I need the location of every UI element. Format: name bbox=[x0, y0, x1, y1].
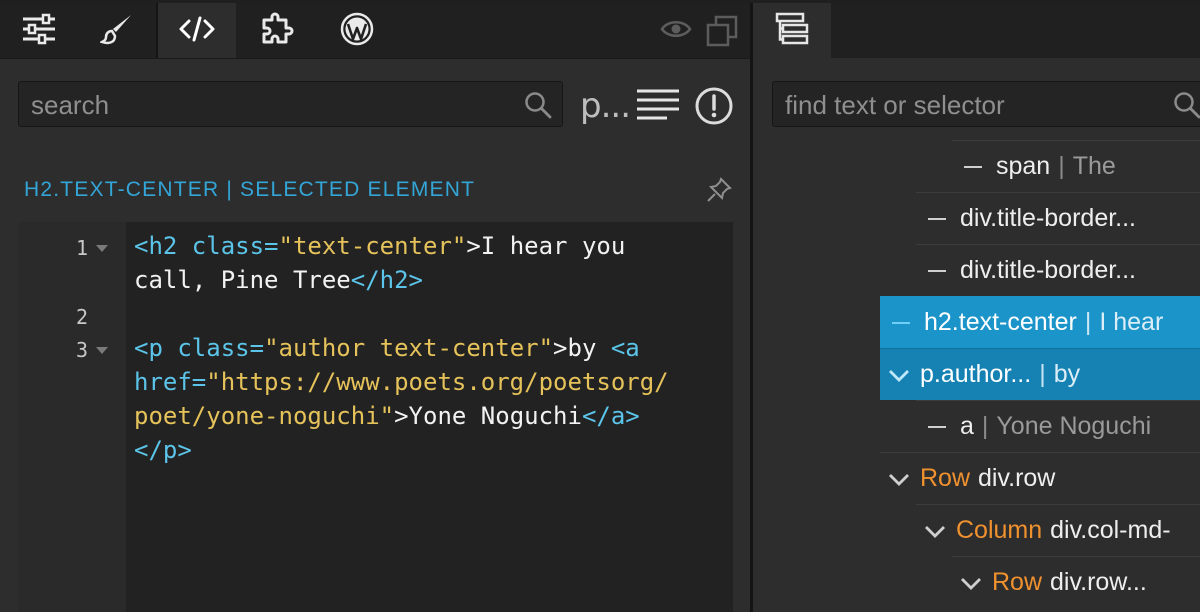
tree-node[interactable]: Column div.col-md- bbox=[916, 504, 1200, 556]
code-line: href="https://www.poets.org/poetsorg/ bbox=[134, 368, 669, 396]
code-line: poet/yone-noguchi">Yone Noguchi</a> bbox=[134, 402, 640, 430]
line-number: 1 bbox=[75, 236, 88, 260]
tree-search-input[interactable] bbox=[783, 90, 1167, 120]
tree-node[interactable]: Row div.row... bbox=[952, 556, 1200, 608]
code-line: </p> bbox=[134, 436, 192, 464]
code-line: <h2 class="text-center">I hear you bbox=[134, 232, 626, 260]
line-gutter: 1 2 3 bbox=[18, 222, 126, 612]
tree-icon bbox=[775, 12, 809, 45]
element-tree-panel: span|The div.title-border... div.title-b… bbox=[753, 0, 1200, 612]
tab-wordpress[interactable] bbox=[318, 0, 396, 58]
leaf-dash-icon bbox=[928, 217, 946, 220]
line-number: 2 bbox=[75, 305, 88, 329]
search-icon[interactable] bbox=[524, 91, 552, 119]
eye-icon[interactable] bbox=[660, 18, 692, 40]
code-line: call, Pine Tree</h2> bbox=[134, 266, 423, 294]
warning-icon[interactable] bbox=[694, 86, 734, 126]
chevron-down-icon[interactable] bbox=[886, 466, 912, 492]
align-lines-icon[interactable] bbox=[637, 88, 679, 124]
fold-arrow-icon[interactable] bbox=[96, 245, 108, 252]
wordpress-icon bbox=[340, 12, 374, 46]
code-search-input[interactable] bbox=[29, 90, 503, 120]
tree-node-selected[interactable]: h2.text-center | I hear bbox=[880, 296, 1200, 348]
leaf-dash-icon bbox=[928, 269, 946, 272]
clone-icon[interactable] bbox=[705, 14, 739, 48]
code-panel: p... H2.TEXT-CENTER | SELECTED ELEMENT 1… bbox=[0, 0, 750, 612]
left-tab-bar bbox=[0, 0, 750, 59]
tree-node[interactable]: div.title-border... bbox=[916, 192, 1200, 244]
puzzle-icon bbox=[262, 12, 294, 44]
tab-tree[interactable] bbox=[753, 0, 831, 58]
leaf-dash-icon bbox=[892, 321, 910, 324]
tab-properties[interactable] bbox=[0, 0, 78, 58]
format-selector[interactable]: p... bbox=[580, 86, 631, 126]
leaf-dash-icon bbox=[928, 425, 946, 428]
leaf-dash-icon bbox=[964, 165, 982, 168]
tab-code[interactable] bbox=[158, 0, 236, 58]
code-icon bbox=[179, 16, 215, 42]
chevron-down-icon[interactable] bbox=[886, 362, 912, 388]
code-line: <p class="author text-center">by <a bbox=[134, 334, 640, 362]
top-border bbox=[0, 0, 1200, 3]
tree-node-highlighted[interactable]: p.author... | by bbox=[880, 348, 1200, 400]
chevron-down-icon[interactable] bbox=[922, 518, 948, 544]
sliders-icon bbox=[23, 13, 55, 45]
right-tab-bar bbox=[753, 0, 1200, 58]
search-icon[interactable] bbox=[1173, 91, 1200, 119]
tree-node[interactable]: span | The bbox=[952, 140, 1200, 192]
tree-node[interactable]: div.title-border... bbox=[916, 244, 1200, 296]
pin-icon[interactable] bbox=[706, 177, 732, 203]
chevron-down-icon[interactable] bbox=[958, 570, 984, 596]
tab-styles[interactable] bbox=[78, 0, 156, 58]
selected-element-label: H2.TEXT-CENTER | SELECTED ELEMENT bbox=[24, 178, 476, 201]
tree-search-box bbox=[772, 81, 1200, 127]
brush-icon bbox=[100, 15, 131, 45]
fold-arrow-icon[interactable] bbox=[96, 347, 108, 354]
line-number: 3 bbox=[75, 338, 88, 362]
code-editor[interactable]: 1 2 3 <h2 class="text-center">I hear you… bbox=[18, 222, 733, 612]
tab-components[interactable] bbox=[238, 0, 316, 58]
tree-node[interactable]: Row div.row bbox=[880, 452, 1200, 504]
tree-node[interactable]: a | Yone Noguchi bbox=[916, 400, 1200, 452]
code-search-box bbox=[18, 81, 563, 127]
